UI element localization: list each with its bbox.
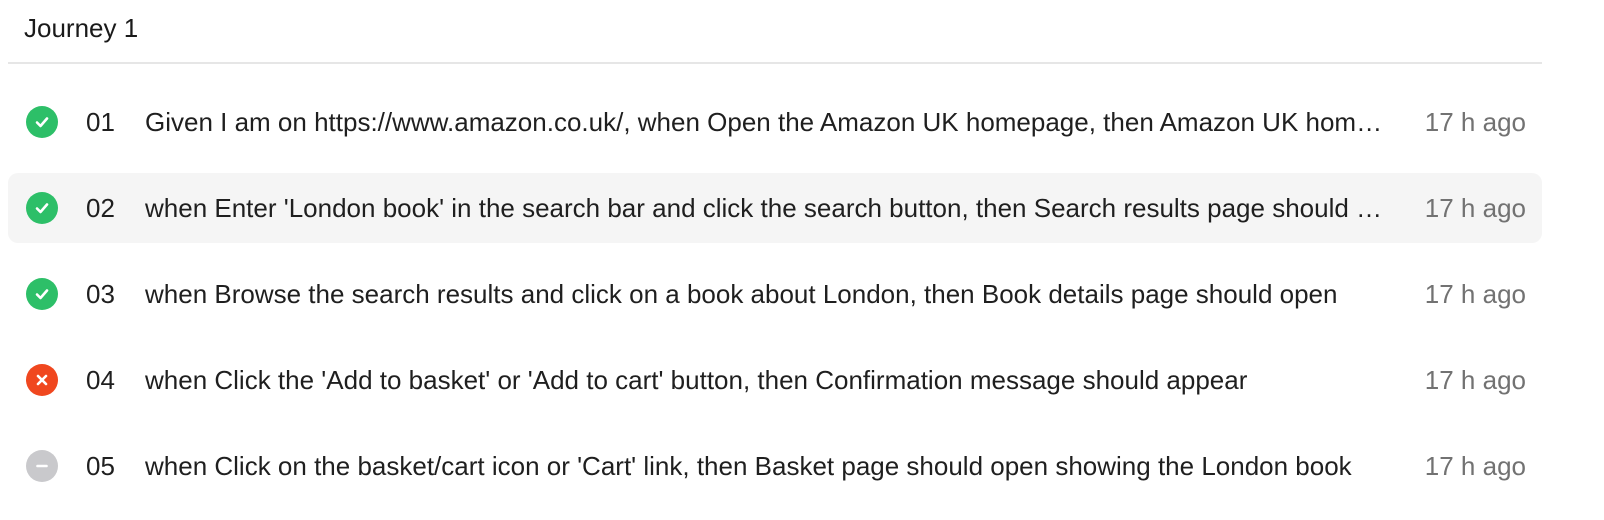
step-description: when Click on the basket/cart icon or 'C…: [145, 450, 1352, 481]
journey-title: Journey 1: [24, 13, 139, 43]
step-description: Given I am on https://www.amazon.co.uk/,…: [145, 106, 1385, 137]
x-circle-icon: [26, 364, 58, 396]
step-description: when Enter 'London book' in the search b…: [145, 192, 1385, 223]
step-row-04[interactable]: 04 when Click the 'Add to basket' or 'Ad…: [8, 345, 1542, 415]
step-row-01[interactable]: 01 Given I am on https://www.amazon.co.u…: [8, 87, 1542, 157]
step-row-02[interactable]: 02 when Enter 'London book' in the searc…: [8, 173, 1542, 243]
step-number: 04: [86, 364, 115, 395]
check-circle-icon: [26, 192, 58, 224]
step-description: when Click the 'Add to basket' or 'Add t…: [145, 364, 1248, 395]
step-timestamp: 17 h ago: [1424, 106, 1526, 137]
step-description: when Browse the search results and click…: [145, 278, 1338, 309]
check-circle-icon: [26, 106, 58, 138]
check-circle-icon: [26, 278, 58, 310]
step-timestamp: 17 h ago: [1424, 192, 1526, 223]
step-number: 01: [86, 106, 115, 137]
step-number: 02: [86, 192, 115, 223]
journey-panel: Journey 1 01 Given I am on https://www.a…: [0, 0, 1604, 520]
step-timestamp: 17 h ago: [1424, 450, 1526, 481]
step-list: 01 Given I am on https://www.amazon.co.u…: [8, 87, 1542, 501]
step-number: 03: [86, 278, 115, 309]
journey-header: Journey 1: [8, 0, 1542, 64]
minus-circle-icon: [26, 450, 58, 482]
step-row-03[interactable]: 03 when Browse the search results and cl…: [8, 259, 1542, 329]
step-timestamp: 17 h ago: [1424, 364, 1526, 395]
step-number: 05: [86, 450, 115, 481]
step-row-05[interactable]: 05 when Click on the basket/cart icon or…: [8, 431, 1542, 501]
step-timestamp: 17 h ago: [1424, 278, 1526, 309]
